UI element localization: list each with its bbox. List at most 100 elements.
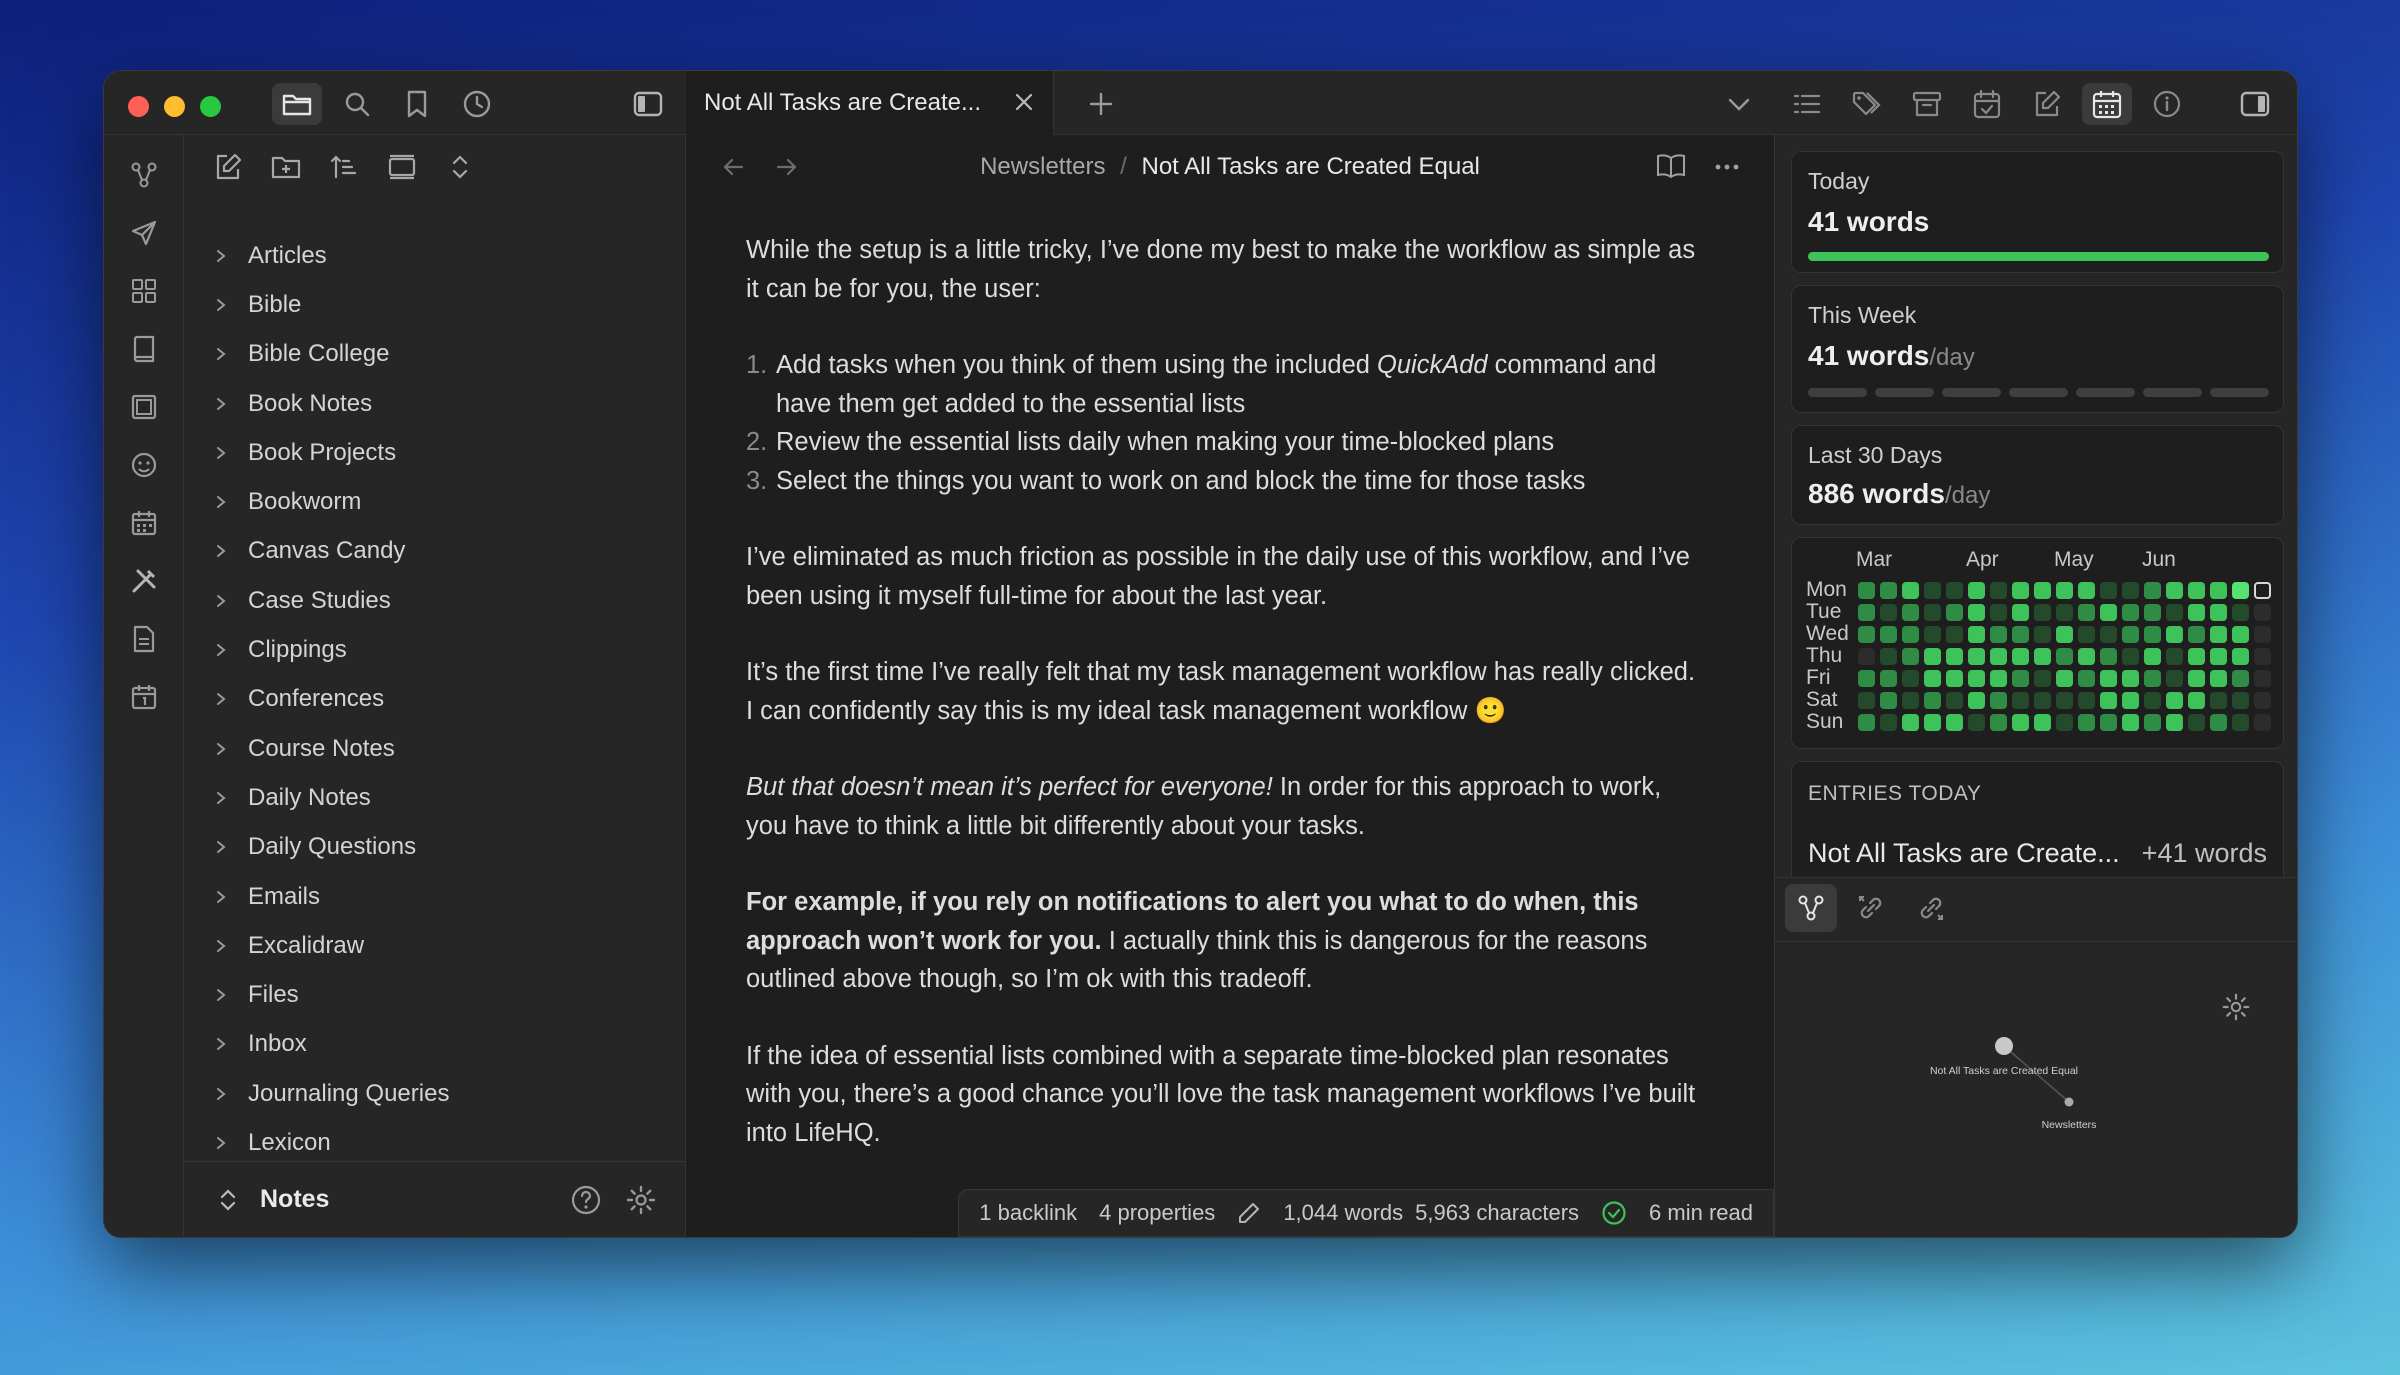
heatmap-cell[interactable]	[1902, 692, 1919, 709]
heatmap-cell[interactable]	[2012, 626, 2029, 643]
heatmap-cell[interactable]	[1880, 604, 1897, 621]
heatmap-cell[interactable]	[1990, 604, 2007, 621]
heatmap-cell[interactable]	[2056, 714, 2073, 731]
outline-icon[interactable]	[1782, 83, 1832, 125]
mood-icon[interactable]	[124, 445, 164, 485]
heatmap-cell[interactable]	[2254, 604, 2271, 621]
heatmap-cell[interactable]	[2166, 692, 2183, 709]
folder-item[interactable]: Inbox	[184, 1020, 685, 1069]
heatmap-cell[interactable]	[1968, 582, 1985, 599]
heatmap-cell[interactable]	[1946, 626, 1963, 643]
heatmap-cell[interactable]	[1902, 582, 1919, 599]
heatmap-cell[interactable]	[2012, 582, 2029, 599]
heatmap-cell[interactable]	[1968, 648, 1985, 665]
heatmap-cell[interactable]	[1990, 582, 2007, 599]
heatmap-cell[interactable]	[1858, 648, 1875, 665]
heatmap-cell[interactable]	[2056, 582, 2073, 599]
heatmap-cell[interactable]	[1924, 582, 1941, 599]
heatmap-cell[interactable]	[1924, 648, 1941, 665]
heatmap-cell[interactable]	[1902, 648, 1919, 665]
heatmap-cell[interactable]	[2012, 648, 2029, 665]
heatmap-cell[interactable]	[2034, 626, 2051, 643]
heatmap-cell[interactable]	[2188, 692, 2205, 709]
heatmap-cell[interactable]	[2210, 670, 2227, 687]
heatmap-cell[interactable]	[2056, 626, 2073, 643]
heatmap-cell[interactable]	[2122, 604, 2139, 621]
heatmap-cell[interactable]	[2056, 670, 2073, 687]
editing-mode-icon[interactable]	[1237, 1201, 1261, 1225]
heatmap-cell[interactable]	[2034, 582, 2051, 599]
folder-item[interactable]: Book Notes	[184, 379, 685, 428]
heatmap-cell[interactable]	[1924, 626, 1941, 643]
heatmap-cell[interactable]	[1946, 604, 1963, 621]
properties-count[interactable]: 4 properties	[1099, 1200, 1215, 1226]
entry-title[interactable]: Not All Tasks are Create...	[1808, 838, 2120, 869]
heatmap-cell[interactable]	[1880, 714, 1897, 731]
heatmap-cell[interactable]	[2012, 714, 2029, 731]
heatmap-cell[interactable]	[2166, 648, 2183, 665]
heatmap-cell[interactable]	[2254, 626, 2271, 643]
heatmap-cell[interactable]	[1858, 626, 1875, 643]
heatmap-cell[interactable]	[2188, 648, 2205, 665]
heatmap-cell[interactable]	[2232, 582, 2249, 599]
tab-list-chevron-icon[interactable]	[1714, 83, 1764, 125]
heatmap-cell[interactable]	[2254, 670, 2271, 687]
heatmap-cell[interactable]	[1902, 626, 1919, 643]
folder-item[interactable]: Bible College	[184, 330, 685, 379]
heatmap-cell[interactable]	[1858, 582, 1875, 599]
heatmap-cell[interactable]	[1924, 604, 1941, 621]
book-icon[interactable]	[124, 329, 164, 369]
heatmap-cell[interactable]	[2056, 648, 2073, 665]
heatmap-cell[interactable]	[1968, 692, 1985, 709]
heatmap-cell[interactable]	[2100, 648, 2117, 665]
new-tab-icon[interactable]	[1076, 83, 1126, 125]
heatmap-cell[interactable]	[1858, 670, 1875, 687]
heatmap-cell[interactable]	[2188, 714, 2205, 731]
close-window-button[interactable]	[128, 96, 149, 117]
heatmap-cell[interactable]	[1902, 670, 1919, 687]
heatmap-cell[interactable]	[2078, 670, 2095, 687]
heatmap-cell[interactable]	[1924, 714, 1941, 731]
heatmap-cell[interactable]	[1880, 692, 1897, 709]
heatmap-cell[interactable]	[2034, 692, 2051, 709]
heatmap-cell[interactable]	[1880, 648, 1897, 665]
heatmap-cell[interactable]	[2122, 648, 2139, 665]
heatmap-cell[interactable]	[2254, 582, 2271, 599]
heatmap-cell[interactable]	[1946, 692, 1963, 709]
folder-item[interactable]: Clippings	[184, 625, 685, 674]
heatmap-cell[interactable]	[2210, 626, 2227, 643]
new-folder-icon[interactable]	[266, 147, 306, 187]
heatmap-cell[interactable]	[1968, 670, 1985, 687]
heatmap-cell[interactable]	[2188, 626, 2205, 643]
heatmap-cell[interactable]	[1902, 604, 1919, 621]
heatmap-cell[interactable]	[1924, 670, 1941, 687]
heatmap-cell[interactable]	[1880, 582, 1897, 599]
heatmap-cell[interactable]	[2122, 670, 2139, 687]
vault-switcher[interactable]: Notes	[184, 1161, 685, 1237]
info-icon[interactable]	[2142, 83, 2192, 125]
heatmap-cell[interactable]	[2078, 714, 2095, 731]
heatmap-cell[interactable]	[2232, 604, 2249, 621]
folder-item[interactable]: Files	[184, 970, 685, 1019]
folder-item[interactable]: Conferences	[184, 675, 685, 724]
folder-item[interactable]: Course Notes	[184, 724, 685, 773]
heatmap-cell[interactable]	[2078, 582, 2095, 599]
folder-item[interactable]: Daily Notes	[184, 773, 685, 822]
outgoing-links-tab-icon[interactable]	[1905, 884, 1957, 932]
edit-note-icon[interactable]	[2022, 83, 2072, 125]
files-icon[interactable]	[272, 83, 322, 125]
heatmap-cell[interactable]	[2122, 714, 2139, 731]
heatmap-cell[interactable]	[2232, 626, 2249, 643]
graph-view-icon[interactable]	[124, 155, 164, 195]
heatmap-cell[interactable]	[2232, 648, 2249, 665]
local-graph[interactable]: Not All Tasks are Created Equal Newslett…	[1775, 1028, 2298, 1228]
tools-icon[interactable]	[124, 561, 164, 601]
heatmap-cell[interactable]	[2166, 670, 2183, 687]
breadcrumb-folder[interactable]: Newsletters	[980, 153, 1105, 180]
local-graph-tab-icon[interactable]	[1785, 884, 1837, 932]
heatmap-cell[interactable]	[2100, 692, 2117, 709]
heatmap-cell[interactable]	[2166, 582, 2183, 599]
heatmap-cell[interactable]	[2144, 670, 2161, 687]
heatmap-cell[interactable]	[1990, 626, 2007, 643]
toggle-left-sidebar-icon[interactable]	[623, 83, 673, 125]
